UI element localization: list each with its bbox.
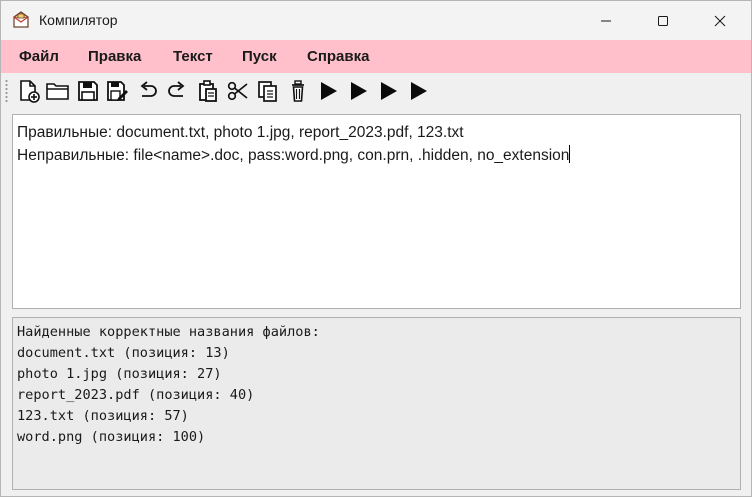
output-line: Найденные корректные названия файлов: [17,324,320,340]
save-icon [78,81,98,101]
undo-button[interactable] [134,77,162,105]
minimize-button[interactable] [583,1,629,40]
run-button-1[interactable] [314,77,342,105]
menu-text[interactable]: Текст [167,40,219,73]
toolbar-grip[interactable] [5,79,8,103]
run-icon [411,82,427,100]
open-folder-icon [46,83,69,100]
paste-icon [199,80,217,102]
menu-bar: Файл Правка Текст Пуск Справка [1,40,751,73]
undo-icon [140,81,157,97]
run-icon [381,82,397,100]
maximize-button[interactable] [640,1,686,40]
run-icon [321,82,337,100]
output-line: photo 1.jpg (позиция: 27) [17,366,222,382]
cut-icon [227,81,248,101]
window-title: Компилятор [39,12,118,28]
cut-button[interactable] [224,77,252,105]
app-icon [12,11,30,29]
new-file-icon [20,80,40,103]
menu-edit[interactable]: Правка [82,40,147,73]
output-line: report_2023.pdf (позиция: 40) [17,387,255,403]
run-button-2[interactable] [344,77,372,105]
run-icon [351,82,367,100]
delete-button[interactable] [284,77,312,105]
close-button[interactable] [697,1,743,40]
copy-button[interactable] [254,77,282,105]
open-button[interactable] [44,77,72,105]
save-as-button[interactable] [103,77,131,105]
menu-help[interactable]: Справка [301,40,375,73]
close-icon [714,15,726,26]
pane-splitter[interactable] [12,309,741,317]
code-editor[interactable]: Правильные: document.txt, photo 1.jpg, r… [12,114,741,309]
maximize-icon [658,15,668,26]
toolbar [1,73,751,109]
app-window: Компилятор Файл Правка Текст Пуск Справк… [0,0,752,497]
new-file-button[interactable] [15,77,43,105]
run-button-4[interactable] [404,77,432,105]
menu-run[interactable]: Пуск [236,40,283,73]
run-button-3[interactable] [374,77,402,105]
editor-line-with-caret: Неправильные: file<name>.doc, pass:word.… [17,144,736,167]
title-bar[interactable]: Компилятор [1,1,751,40]
save-button[interactable] [74,77,102,105]
editor-line: Правильные: document.txt, photo 1.jpg, r… [17,124,464,141]
output-line: 123.txt (позиция: 57) [17,408,189,424]
redo-button[interactable] [163,77,191,105]
copy-icon [258,81,277,102]
menu-file[interactable]: Файл [13,40,65,73]
output-line: word.png (позиция: 100) [17,429,206,445]
redo-icon [168,81,185,97]
save-as-icon [107,81,128,101]
output-panel[interactable]: Найденные корректные названия файлов: do… [12,317,741,490]
delete-icon [292,80,304,102]
text-caret [569,145,571,163]
output-line: document.txt (позиция: 13) [17,345,230,361]
minimize-icon [601,20,611,21]
paste-button[interactable] [194,77,222,105]
editor-line: Неправильные: file<name>.doc, pass:word.… [17,147,570,164]
